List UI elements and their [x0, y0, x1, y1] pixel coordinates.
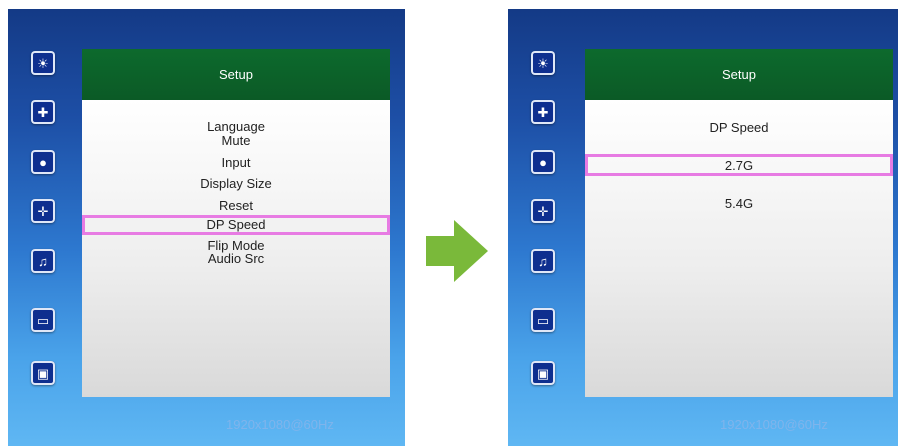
image-adjust-icon[interactable]: ✛ — [531, 199, 555, 223]
color-icon[interactable]: ● — [31, 150, 55, 174]
brightness-icon[interactable]: ☀ — [531, 51, 555, 75]
menu-item-input[interactable]: Input — [82, 156, 390, 170]
color-icon[interactable]: ● — [531, 150, 555, 174]
brightness-icon[interactable]: ☀ — [31, 51, 55, 75]
option-list: DP Speed 2.7G 5.4G — [585, 100, 893, 397]
resolution-readout: 1920x1080@60Hz — [226, 417, 334, 432]
position-icon[interactable]: ✚ — [31, 100, 55, 124]
panel-title: Setup — [82, 49, 390, 100]
menu-item-reset[interactable]: Reset — [82, 199, 390, 213]
option-2-7g[interactable]: 2.7G — [585, 159, 893, 173]
sound-icon[interactable]: ♫ — [531, 249, 555, 273]
setup-panel: Setup Language Mute Input Display Size R… — [82, 49, 390, 397]
image-adjust-icon[interactable]: ✛ — [31, 199, 55, 223]
osd-menu-left: ☀ ✚ ● ✛ ♫ ▭ ▣ Setup Language Mute Input … — [8, 9, 405, 446]
resolution-readout: 1920x1080@60Hz — [720, 417, 828, 432]
position-icon[interactable]: ✚ — [531, 100, 555, 124]
arrow-right-icon — [426, 220, 488, 282]
menu-item-audio-src[interactable]: Audio Src — [82, 252, 390, 266]
menu-item-mute[interactable]: Mute — [82, 134, 390, 148]
setup-icon[interactable]: ▭ — [531, 308, 555, 332]
option-5-4g[interactable]: 5.4G — [585, 197, 893, 211]
dp-speed-panel: Setup DP Speed 2.7G 5.4G — [585, 49, 893, 397]
menu-item-dp-speed[interactable]: DP Speed — [82, 218, 390, 232]
menu-item-language[interactable]: Language — [82, 120, 390, 134]
panel-title: Setup — [585, 49, 893, 100]
submenu-heading: DP Speed — [709, 120, 769, 135]
menu-item-display-size[interactable]: Display Size — [82, 177, 390, 191]
menu-list: Language Mute Input Display Size Reset D… — [82, 100, 390, 397]
pip-icon[interactable]: ▣ — [31, 361, 55, 385]
pip-icon[interactable]: ▣ — [531, 361, 555, 385]
setup-icon[interactable]: ▭ — [31, 308, 55, 332]
osd-menu-right: ☀ ✚ ● ✛ ♫ ▭ ▣ Setup DP Speed 2.7G 5.4G 1… — [508, 9, 898, 446]
sound-icon[interactable]: ♫ — [31, 249, 55, 273]
